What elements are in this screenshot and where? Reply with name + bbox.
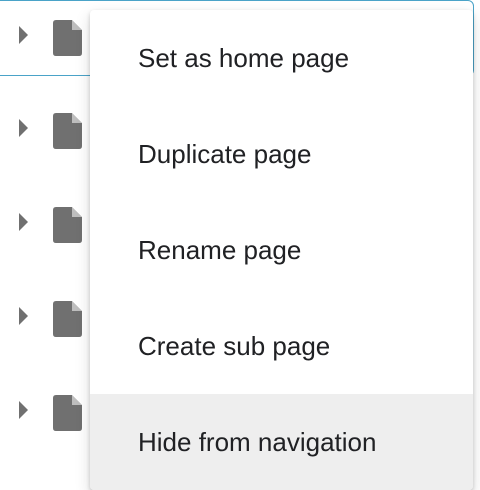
menu-item-hide-from-navigation[interactable]: Hide from navigation	[90, 394, 473, 490]
caret-right-icon[interactable]	[19, 213, 28, 231]
page-icon	[53, 113, 82, 149]
menu-item-rename-page[interactable]: Rename page	[90, 202, 473, 298]
caret-right-icon[interactable]	[19, 307, 28, 325]
menu-item-label: Hide from navigation	[138, 426, 377, 457]
menu-item-label: Create sub page	[138, 330, 331, 361]
page-icon	[53, 395, 82, 431]
caret-right-icon[interactable]	[19, 119, 28, 137]
caret-right-icon[interactable]	[19, 401, 28, 419]
page-icon	[53, 20, 82, 56]
menu-item-label: Set as home page	[138, 42, 350, 73]
page-icon	[53, 301, 82, 337]
page-context-menu: Set as home page Duplicate page Rename p…	[90, 10, 473, 490]
menu-item-set-as-home-page[interactable]: Set as home page	[90, 10, 473, 106]
caret-right-icon[interactable]	[19, 26, 28, 44]
menu-item-create-sub-page[interactable]: Create sub page	[90, 298, 473, 394]
page-icon	[53, 207, 82, 243]
app-viewport: Set as home page Duplicate page Rename p…	[0, 0, 480, 490]
menu-item-label: Duplicate page	[138, 138, 312, 169]
menu-item-duplicate-page[interactable]: Duplicate page	[90, 106, 473, 202]
menu-item-label: Rename page	[138, 234, 302, 265]
